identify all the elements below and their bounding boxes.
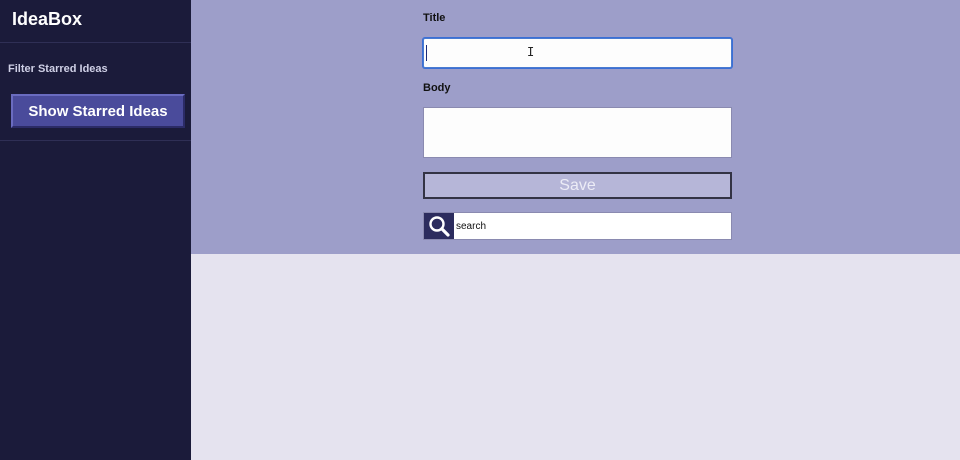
- ibeam-cursor-icon: I: [527, 45, 535, 59]
- idea-form: Title I Body Save: [191, 0, 960, 254]
- sidebar-divider: [0, 42, 191, 43]
- body-label: Body: [423, 82, 451, 94]
- title-input[interactable]: [423, 38, 732, 68]
- sidebar-divider: [0, 140, 191, 141]
- save-button[interactable]: Save: [423, 172, 732, 199]
- search-bar: [423, 212, 732, 240]
- show-starred-button[interactable]: Show Starred Ideas: [11, 94, 185, 128]
- title-label: Title: [423, 12, 446, 24]
- app-logo: IdeaBox: [12, 9, 83, 29]
- body-input[interactable]: [423, 107, 732, 158]
- text-caret: [426, 45, 427, 61]
- sidebar: IdeaBox Filter Starred Ideas Show Starre…: [0, 0, 191, 460]
- search-icon[interactable]: [424, 213, 454, 239]
- search-input[interactable]: [454, 213, 731, 239]
- filter-heading: Filter Starred Ideas: [8, 63, 108, 75]
